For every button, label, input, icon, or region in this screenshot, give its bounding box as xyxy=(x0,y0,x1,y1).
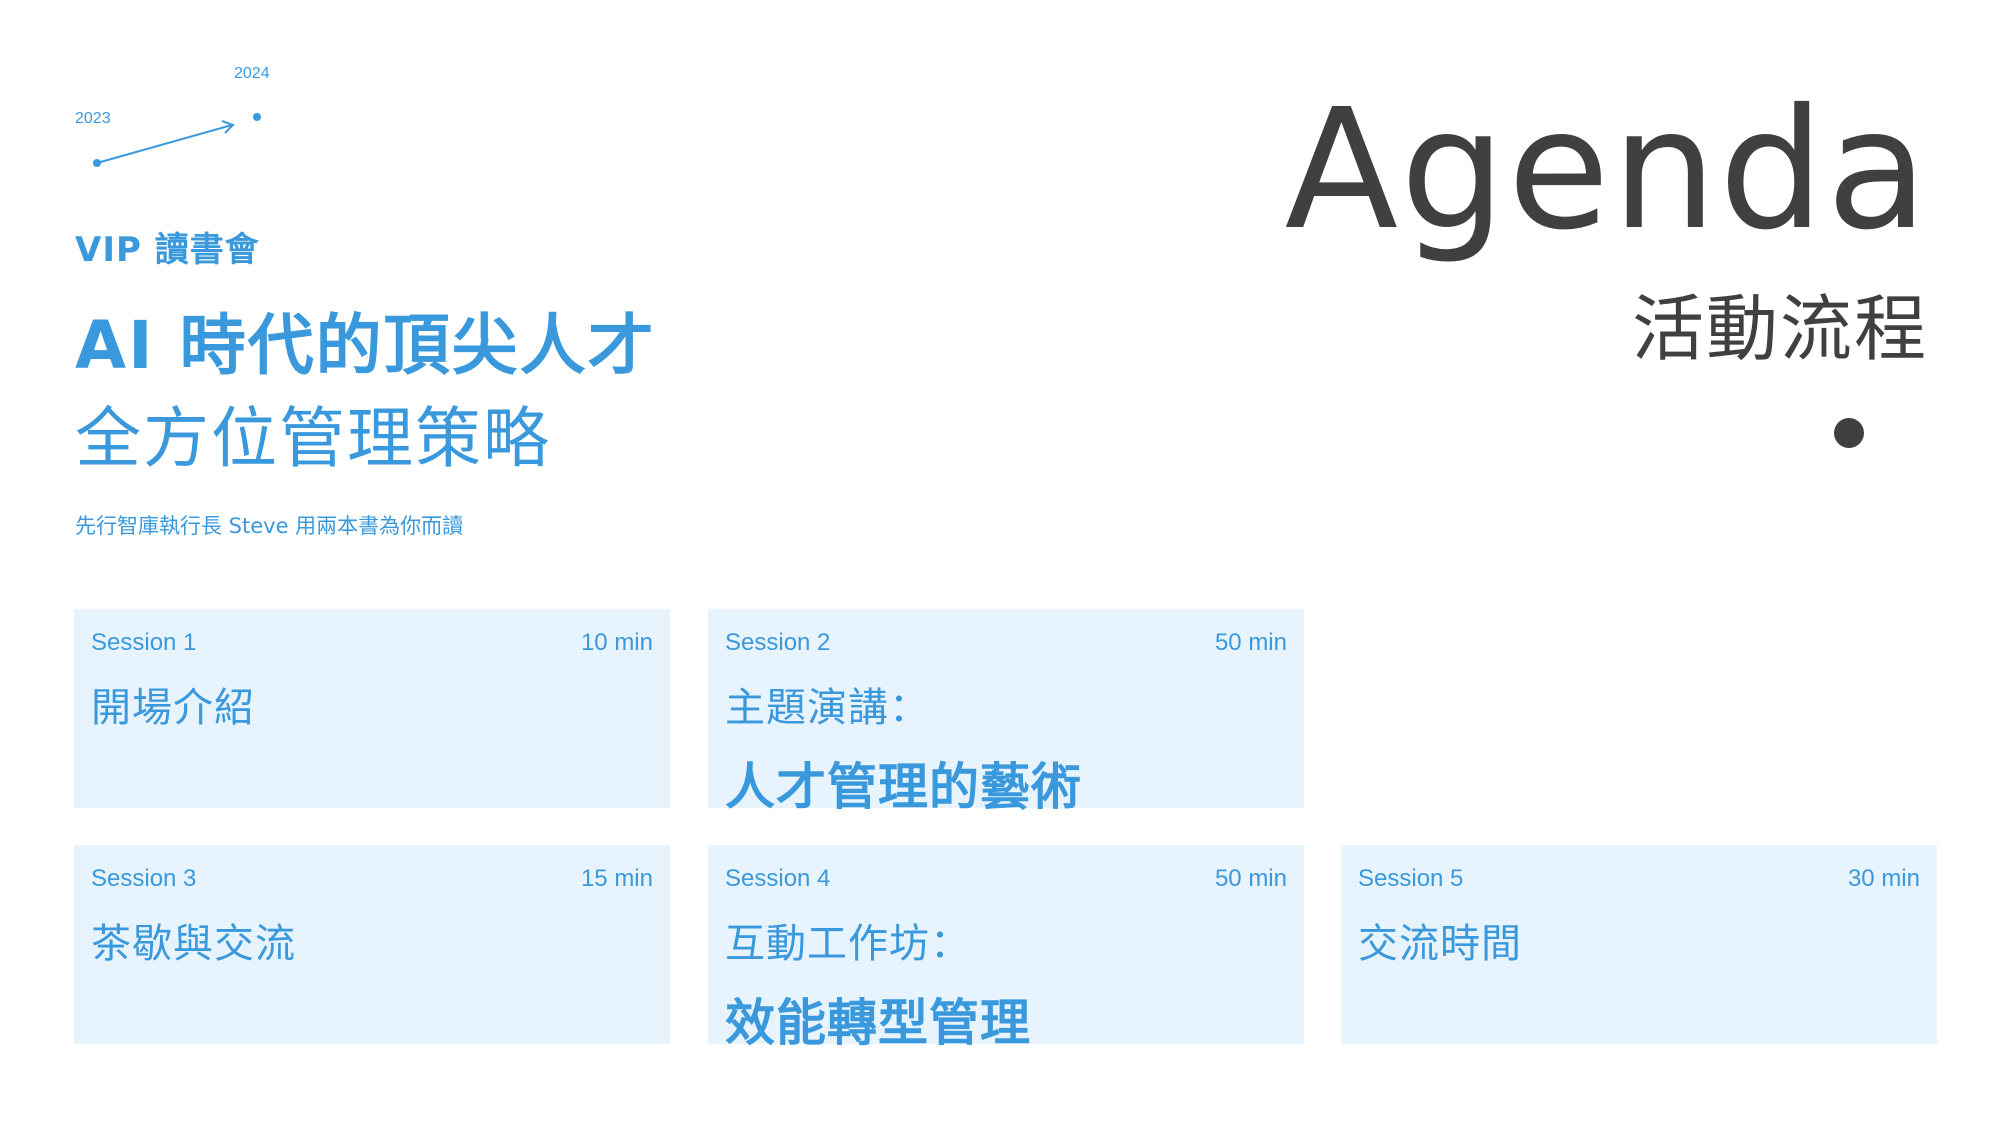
event-title-secondary: 全方位管理策略 xyxy=(75,400,551,477)
session-topic-highlight: 效能轉型管理 xyxy=(725,994,1031,1052)
event-byline: 先行智庫執行長 Steve 用兩本書為你而讀 xyxy=(75,514,464,538)
session-duration: 30 min xyxy=(1847,865,1920,892)
timeline-arrow-line xyxy=(96,124,233,164)
event-title-main: AI 時代的頂尖人才 xyxy=(75,307,656,384)
session-duration: 15 min xyxy=(580,865,653,892)
session-duration: 50 min xyxy=(1214,865,1287,892)
agenda-slide: 2023 2024 VIP 讀書會 AI 時代的頂尖人才 全方位管理策略 先行智… xyxy=(0,0,2000,1125)
session-label: Session 4 xyxy=(725,865,831,892)
session-card-2: Session 2 50 min 主題演講： 人才管理的藝術 xyxy=(708,609,1304,816)
session-topic: 互動工作坊： xyxy=(725,921,971,967)
session-card-5: Session 5 30 min 交流時間 xyxy=(1341,845,1937,1044)
session-label: Session 2 xyxy=(725,629,831,656)
event-subtitle: VIP 讀書會 xyxy=(75,230,260,270)
session-topic: 主題演講： xyxy=(725,685,930,731)
agenda-subheading: 活動流程 xyxy=(1631,287,1928,371)
session-label: Session 5 xyxy=(1358,865,1464,892)
session-card-1: Session 1 10 min 開場介紹 xyxy=(74,609,670,808)
session-topic: 開場介紹 xyxy=(91,685,255,731)
session-duration: 10 min xyxy=(580,629,653,656)
year-start-label: 2023 xyxy=(75,110,111,127)
session-label: Session 3 xyxy=(91,865,197,892)
session-duration: 50 min xyxy=(1214,629,1287,656)
session-topic: 茶歇與交流 xyxy=(91,921,296,967)
session-label: Session 1 xyxy=(91,629,197,656)
timeline-end-dot xyxy=(253,113,261,121)
year-end-label: 2024 xyxy=(234,65,270,82)
session-card-4: Session 4 50 min 互動工作坊： 效能轉型管理 xyxy=(708,845,1304,1052)
session-topic: 交流時間 xyxy=(1358,921,1522,967)
agenda-heading: Agenda xyxy=(1284,74,1930,267)
decorative-dot xyxy=(1834,418,1864,448)
session-card-3: Session 3 15 min 茶歇與交流 xyxy=(74,845,670,1044)
session-topic-highlight: 人才管理的藝術 xyxy=(725,758,1082,816)
